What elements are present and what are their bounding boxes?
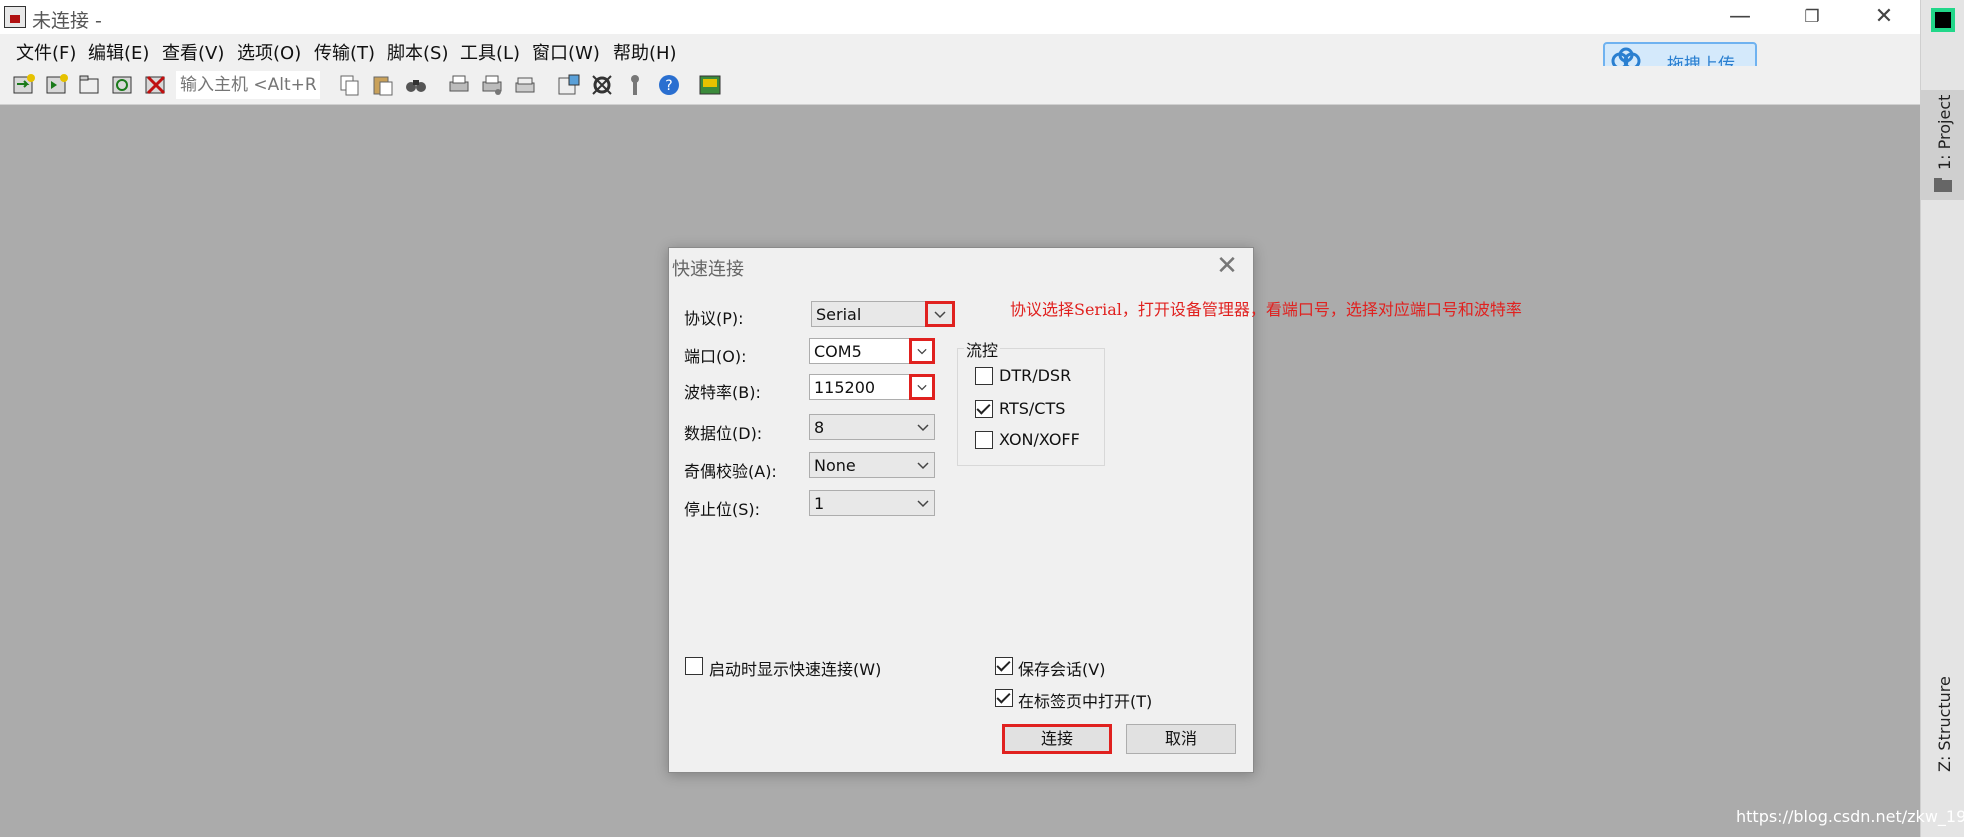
reconnect-icon[interactable]	[110, 72, 136, 98]
chevron-down-icon[interactable]	[912, 491, 934, 515]
quick-connect-icon[interactable]	[44, 72, 70, 98]
copy-icon[interactable]	[337, 72, 363, 98]
find-icon[interactable]	[403, 72, 429, 98]
stopbits-label: 停止位(S):	[684, 500, 761, 519]
parity-label: 奇偶校验(A):	[684, 462, 777, 481]
menu-options[interactable]: 选项(O)	[237, 39, 301, 65]
save-session-checkbox[interactable]	[995, 657, 1013, 675]
menu-view[interactable]: 查看(V)	[162, 39, 224, 65]
menu-transfer[interactable]: 传输(T)	[314, 39, 375, 65]
project-tab[interactable]: 1: Project	[1921, 90, 1964, 200]
global-options-icon[interactable]	[589, 72, 615, 98]
paste-icon[interactable]	[370, 72, 396, 98]
keymap-icon[interactable]	[622, 72, 648, 98]
help-icon[interactable]: ?	[656, 72, 682, 98]
protocol-label: 协议(P):	[684, 309, 744, 328]
xon-xoff-checkbox[interactable]	[975, 431, 993, 449]
connect-in-tab-icon[interactable]	[77, 72, 103, 98]
stopbits-select[interactable]: 1	[809, 490, 935, 516]
app-icon	[4, 6, 26, 28]
folder-icon	[1934, 178, 1952, 192]
xon-xoff-label: XON/XOFF	[999, 430, 1080, 449]
rts-cts-label: RTS/CTS	[999, 399, 1066, 418]
toolbar: ?	[0, 66, 1920, 105]
menu-edit[interactable]: 编辑(E)	[88, 39, 149, 65]
flow-control-title: 流控	[964, 337, 1001, 361]
title-bar: 未连接 - — ❐ ✕	[0, 0, 1920, 34]
svg-text:?: ?	[665, 78, 672, 94]
show-on-start-checkbox[interactable]	[685, 657, 703, 675]
chevron-down-icon[interactable]	[909, 374, 935, 400]
baud-value: 115200	[814, 378, 876, 397]
show-on-start-label: 启动时显示快速连接(W)	[709, 660, 882, 679]
disconnect-icon[interactable]	[143, 72, 169, 98]
open-in-tab-checkbox[interactable]	[995, 689, 1013, 707]
sftp-icon[interactable]	[697, 72, 723, 98]
menu-file[interactable]: 文件(F)	[16, 39, 76, 65]
print-setup-icon[interactable]	[479, 72, 505, 98]
protocol-select[interactable]: Serial	[811, 301, 955, 327]
ide-side-panel: 1: Project Z: Structure	[1920, 0, 1964, 837]
cancel-button[interactable]: 取消	[1126, 724, 1236, 754]
dialog-close-button[interactable]: ✕	[1209, 250, 1245, 282]
baud-label: 波特率(B):	[684, 383, 761, 402]
stopbits-value: 1	[814, 494, 825, 513]
printer-icon[interactable]	[512, 72, 538, 98]
close-button[interactable]: ✕	[1856, 0, 1912, 34]
chevron-down-icon[interactable]	[909, 338, 935, 364]
print-icon[interactable]	[446, 72, 472, 98]
open-in-tab-label: 在标签页中打开(T)	[1018, 692, 1153, 711]
port-label: 端口(O):	[684, 347, 747, 366]
menu-script[interactable]: 脚本(S)	[387, 39, 448, 65]
chevron-down-icon[interactable]	[925, 301, 955, 327]
parity-select[interactable]: None	[809, 452, 935, 478]
restore-button[interactable]: ❐	[1784, 0, 1840, 34]
rts-cts-checkbox[interactable]	[975, 400, 993, 418]
databits-select[interactable]: 8	[809, 414, 935, 440]
databits-label: 数据位(D):	[684, 424, 763, 443]
project-tab-label: 1: Project	[1935, 94, 1954, 170]
session-options-icon[interactable]	[556, 72, 582, 98]
minimize-button[interactable]: —	[1712, 0, 1768, 34]
menu-window[interactable]: 窗口(W)	[532, 39, 600, 65]
annotation-text: 协议选择Serial，打开设备管理器，看端口号，选择对应端口号和波特率	[1010, 300, 1522, 319]
connect-button[interactable]: 连接	[1002, 724, 1112, 754]
structure-tab-label: Z: Structure	[1935, 676, 1954, 772]
save-session-label: 保存会话(V)	[1018, 660, 1106, 679]
window-title: 未连接 -	[32, 10, 102, 32]
chevron-down-icon[interactable]	[912, 415, 934, 439]
host-input[interactable]	[176, 71, 320, 99]
watermark-text: https://blog.csdn.net/zkw_1998	[1736, 807, 1964, 826]
menu-help[interactable]: 帮助(H)	[613, 39, 677, 65]
quick-connect-dialog: 快速连接 ✕ 协议(P): Serial 端口(O): COM5 波特率(B):…	[668, 247, 1254, 773]
port-select[interactable]: COM5	[809, 338, 935, 364]
protocol-value: Serial	[816, 305, 862, 324]
dtr-dsr-label: DTR/DSR	[999, 366, 1072, 385]
dialog-title: 快速连接	[672, 259, 744, 280]
menu-tools[interactable]: 工具(L)	[460, 39, 520, 65]
dtr-dsr-checkbox[interactable]	[975, 367, 993, 385]
chevron-down-icon[interactable]	[912, 453, 934, 477]
structure-tab[interactable]: Z: Structure	[1921, 670, 1964, 795]
port-value: COM5	[814, 342, 862, 361]
baud-select[interactable]: 115200	[809, 374, 935, 400]
connect-icon[interactable]	[11, 72, 37, 98]
parity-value: None	[814, 456, 856, 475]
pycharm-icon	[1931, 8, 1955, 32]
databits-value: 8	[814, 418, 825, 437]
